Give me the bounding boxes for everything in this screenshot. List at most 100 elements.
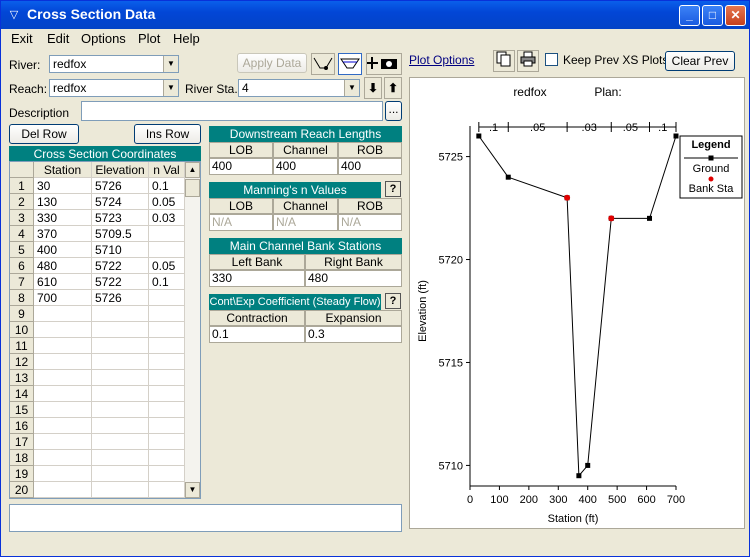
add-picture-icon[interactable] [366,53,402,75]
left-bank-input[interactable]: 330 [209,270,305,287]
elevation-cell[interactable] [92,402,149,418]
table-row[interactable]: 15 [10,402,185,418]
table-row[interactable]: 11 [10,338,185,354]
elevation-cell[interactable] [92,370,149,386]
arrow-up-icon[interactable]: ⬆ [384,77,402,99]
nval-cell[interactable]: 0.05 [149,194,185,210]
station-cell[interactable] [34,466,92,482]
station-cell[interactable]: 370 [34,226,92,242]
chevron-down-icon[interactable]: ▼ [163,56,178,72]
elevation-cell[interactable] [92,482,149,498]
elevation-cell[interactable] [92,306,149,322]
elevation-cell[interactable] [92,322,149,338]
station-cell[interactable] [34,370,92,386]
nval-cell[interactable]: 0.1 [149,178,185,194]
station-cell[interactable] [34,482,92,498]
table-scrollbar[interactable]: ▲ ▼ [184,162,200,498]
table-row[interactable]: 4 370 5709.5 [10,226,185,242]
elevation-cell[interactable]: 5722 [92,274,149,290]
mn-rob-input[interactable]: N/A [338,214,402,231]
menu-edit[interactable]: Edit [47,31,69,46]
mn-channel-input[interactable]: N/A [273,214,338,231]
keep-prev-checkbox[interactable] [545,53,558,66]
nval-cell[interactable] [149,418,185,434]
elevation-cell[interactable]: 5710 [92,242,149,258]
nval-cell[interactable]: 0.03 [149,210,185,226]
menu-options[interactable]: Options [81,31,126,46]
table-row[interactable]: 7 610 5722 0.1 [10,274,185,290]
elevation-cell[interactable] [92,450,149,466]
elevation-cell[interactable]: 5723 [92,210,149,226]
clear-prev-button[interactable]: Clear Prev [665,51,735,71]
menu-plot[interactable]: Plot [138,31,160,46]
maximize-button[interactable]: □ [702,5,723,26]
menu-exit[interactable]: Exit [11,31,33,46]
print-icon[interactable] [517,50,539,72]
table-row[interactable]: 14 [10,386,185,402]
nval-cell[interactable]: 0.05 [149,258,185,274]
menu-help[interactable]: Help [173,31,200,46]
xs-edit-icon[interactable] [311,53,335,75]
elevation-cell[interactable] [92,434,149,450]
station-cell[interactable] [34,322,92,338]
nval-cell[interactable] [149,370,185,386]
minimize-button[interactable]: _ [679,5,700,26]
nval-cell[interactable] [149,386,185,402]
nval-cell[interactable] [149,450,185,466]
station-cell[interactable] [34,338,92,354]
station-cell[interactable]: 30 [34,178,92,194]
arrow-down-icon[interactable]: ⬇ [364,77,382,99]
reach-select[interactable]: redfox ▼ [49,79,179,97]
nval-cell[interactable] [149,434,185,450]
table-row[interactable]: 13 [10,370,185,386]
station-cell[interactable]: 400 [34,242,92,258]
nval-cell[interactable]: 0.1 [149,274,185,290]
ds-channel-input[interactable]: 400 [273,158,338,175]
nval-cell[interactable] [149,226,185,242]
elevation-cell[interactable]: 5724 [92,194,149,210]
table-row[interactable]: 9 [10,306,185,322]
nval-cell[interactable] [149,402,185,418]
station-cell[interactable]: 480 [34,258,92,274]
station-cell[interactable]: 130 [34,194,92,210]
station-cell[interactable] [34,434,92,450]
ins-row-button[interactable]: Ins Row [134,124,201,144]
xs-coords-table[interactable]: Station Elevation n Val 1 30 5726 0.1 2 130 57… [9,161,201,499]
table-row[interactable]: 12 [10,354,185,370]
station-cell[interactable] [34,450,92,466]
table-row[interactable]: 10 [10,322,185,338]
apply-data-button[interactable]: Apply Data [237,53,307,73]
elevation-cell[interactable] [92,338,149,354]
nval-cell[interactable] [149,242,185,258]
station-cell[interactable]: 330 [34,210,92,226]
station-cell[interactable]: 610 [34,274,92,290]
table-row[interactable]: 19 [10,466,185,482]
nval-cell[interactable] [149,290,185,306]
help-icon[interactable]: ? [385,293,401,309]
elevation-cell[interactable] [92,466,149,482]
table-row[interactable]: 17 [10,434,185,450]
scroll-down-icon[interactable]: ▼ [185,482,200,498]
station-cell[interactable] [34,402,92,418]
xs-view-icon[interactable] [338,53,362,75]
ds-lob-input[interactable]: 400 [209,158,273,175]
station-cell[interactable] [34,418,92,434]
scroll-up-icon[interactable]: ▲ [185,162,200,178]
nval-cell[interactable] [149,482,185,498]
plot-options-link[interactable]: Plot Options [409,53,474,67]
table-row[interactable]: 18 [10,450,185,466]
table-row[interactable]: 8 700 5726 [10,290,185,306]
mn-lob-input[interactable]: N/A [209,214,273,231]
elevation-cell[interactable]: 5726 [92,290,149,306]
nval-cell[interactable] [149,306,185,322]
del-row-button[interactable]: Del Row [9,124,79,144]
river-sta-select[interactable]: 4 ▼ [238,79,360,97]
elevation-cell[interactable] [92,418,149,434]
table-row[interactable]: 3 330 5723 0.03 [10,210,185,226]
copy-icon[interactable] [493,50,515,72]
table-row[interactable]: 6 480 5722 0.05 [10,258,185,274]
nval-cell[interactable] [149,322,185,338]
elevation-cell[interactable] [92,354,149,370]
station-cell[interactable] [34,386,92,402]
right-bank-input[interactable]: 480 [305,270,402,287]
